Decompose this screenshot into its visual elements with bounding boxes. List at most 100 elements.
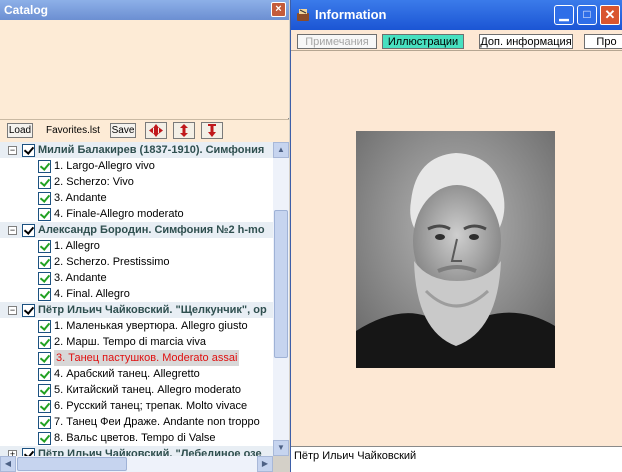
catalog-tree: − Милий Балакирев (1837-1910). Симфония 1.… <box>0 142 273 456</box>
checkbox[interactable] <box>38 160 51 173</box>
tree-item-label: 3. Andante <box>54 192 107 204</box>
tree-item-label: 2. Scherzo: Vivo <box>54 176 134 188</box>
checkbox[interactable] <box>38 416 51 429</box>
info-tabs: Примечания Иллюстрации Доп. информация П… <box>291 30 622 51</box>
horizontal-scroll-thumb[interactable] <box>17 457 127 471</box>
tree-item[interactable]: 3. Танец пастушков. Moderato assai <box>0 350 273 366</box>
tree-item-label: 3. Танец пастушков. Moderato assai <box>54 350 240 366</box>
tree-group-label: Пётр Ильич Чайковский. "Щелкунчик", ор <box>38 304 267 316</box>
scroll-down-icon[interactable]: ▼ <box>273 440 289 456</box>
tree-item[interactable]: 5. Китайский танец. Allegro moderato <box>0 382 273 398</box>
minimize-icon[interactable]: ▁ <box>554 5 574 25</box>
tree-item-label: 6. Русский танец; трепак. Molto vivace <box>54 400 248 412</box>
app-icon <box>297 9 309 21</box>
checkbox[interactable] <box>38 352 51 365</box>
collapse-icon[interactable]: − <box>8 146 17 155</box>
tree-group[interactable]: + Пётр Ильич Чайковский. "Лебединое озе <box>0 446 273 456</box>
collapse-icon[interactable]: − <box>8 306 17 315</box>
tree-group[interactable]: − Пётр Ильич Чайковский. "Щелкунчик", ор <box>0 302 273 318</box>
checkbox[interactable] <box>38 432 51 445</box>
tree-item[interactable]: 3. Andante <box>0 190 273 206</box>
tree-item-label: 1. Largo-Allegro vivo <box>54 160 155 172</box>
checkbox[interactable] <box>22 224 35 237</box>
checkbox[interactable] <box>38 272 51 285</box>
scroll-up-icon[interactable]: ▲ <box>273 142 289 158</box>
move-both-icon <box>149 124 163 137</box>
tree-item[interactable]: 6. Русский танец; трепак. Molto vivace <box>0 398 273 414</box>
tree-item-label: 7. Танец Феи Драже. Andante non troppo <box>54 416 260 428</box>
catalog-empty-area <box>0 20 289 118</box>
move-down-icon <box>208 124 216 137</box>
checkbox[interactable] <box>38 208 51 221</box>
tree-item[interactable]: 4. Final. Allegro <box>0 286 273 302</box>
information-title: Information <box>315 7 387 22</box>
maximize-icon[interactable]: □ <box>577 5 597 25</box>
checkbox[interactable] <box>38 384 51 397</box>
information-window: Information ▁ □ ✕ Примечания Иллюстрации… <box>290 0 622 472</box>
close-icon[interactable]: ✕ <box>600 5 620 25</box>
checkbox[interactable] <box>38 256 51 269</box>
catalog-titlebar[interactable]: Catalog × <box>0 0 289 20</box>
catalog-title: Catalog <box>4 3 49 17</box>
catalog-panel: Catalog × Load Favorites.lst Save − Мили… <box>0 0 289 472</box>
tree-group[interactable]: − Александр Бородин. Симфония №2 h-mo <box>0 222 273 238</box>
scrollbar-corner <box>273 456 289 472</box>
tree-item-label: 2. Марш. Tempo di marcia viva <box>54 336 207 348</box>
tree-group[interactable]: − Милий Балакирев (1837-1910). Симфония <box>0 142 273 158</box>
tree-item[interactable]: 2. Scherzo. Prestissimo <box>0 254 273 270</box>
tree-item-label: 2. Scherzo. Prestissimo <box>54 256 170 268</box>
close-icon[interactable]: × <box>271 2 286 17</box>
tree-item-label: 1. Маленькая увертюра. Allegro giusto <box>54 320 248 332</box>
move-both-button[interactable] <box>145 122 167 139</box>
information-titlebar[interactable]: Information ▁ □ ✕ <box>291 0 622 30</box>
scroll-left-icon[interactable]: ◀ <box>0 456 16 472</box>
tree-item-label: 4. Арабский танец. Allegretto <box>54 368 200 380</box>
tree-item[interactable]: 8. Вальс цветов. Tempo di Valse <box>0 430 273 446</box>
tree-group-label: Милий Балакирев (1837-1910). Симфония <box>38 144 265 156</box>
tree-item-label: 3. Andante <box>54 272 107 284</box>
tree-group-label: Пётр Ильич Чайковский. "Лебединое озе <box>38 448 262 456</box>
tree-item[interactable]: 3. Andante <box>0 270 273 286</box>
checkbox[interactable] <box>38 400 51 413</box>
checkbox[interactable] <box>22 448 35 456</box>
horizontal-scrollbar[interactable]: ◀ ▶ <box>0 456 273 472</box>
tree-item[interactable]: 2. Scherzo: Vivo <box>0 174 273 190</box>
save-button[interactable]: Save <box>110 123 136 138</box>
portrait-caption: Пётр Ильич Чайковский <box>291 446 622 472</box>
load-button[interactable]: Load <box>7 123 33 138</box>
move-down-button[interactable] <box>201 122 223 139</box>
tab-extra-info[interactable]: Доп. информация <box>479 34 573 49</box>
move-vertical-button[interactable] <box>173 122 195 139</box>
checkbox[interactable] <box>38 320 51 333</box>
vertical-scrollbar[interactable]: ▲ ▼ <box>273 142 289 456</box>
tab-illustrations[interactable]: Иллюстрации <box>382 34 464 49</box>
scroll-right-icon[interactable]: ▶ <box>257 456 273 472</box>
tree-item[interactable]: 1. Маленькая увертюра. Allegro giusto <box>0 318 273 334</box>
tree-item-label: 1. Allegro <box>54 240 100 252</box>
tab-notes[interactable]: Примечания <box>297 34 377 49</box>
checkbox[interactable] <box>38 176 51 189</box>
checkbox[interactable] <box>22 144 35 157</box>
checkbox[interactable] <box>38 192 51 205</box>
checkbox[interactable] <box>38 368 51 381</box>
tree-item[interactable]: 4. Finale-Allegro moderato <box>0 206 273 222</box>
tab-about[interactable]: Про <box>584 34 622 49</box>
playlist-file-label: Favorites.lst <box>46 125 100 136</box>
collapse-icon[interactable]: − <box>8 226 17 235</box>
tree-item-label: 5. Китайский танец. Allegro moderato <box>54 384 242 396</box>
vertical-scroll-thumb[interactable] <box>274 210 288 358</box>
tree-item[interactable]: 4. Арабский танец. Allegretto <box>0 366 273 382</box>
tree-item[interactable]: 1. Largo-Allegro vivo <box>0 158 273 174</box>
tree-item[interactable]: 2. Марш. Tempo di marcia viva <box>0 334 273 350</box>
checkbox[interactable] <box>38 288 51 301</box>
tree-item-label: 4. Final. Allegro <box>54 288 130 300</box>
checkbox[interactable] <box>22 304 35 317</box>
tree-item-label: 8. Вальс цветов. Tempo di Valse <box>54 432 216 444</box>
tree-item-label: 4. Finale-Allegro moderato <box>54 208 184 220</box>
tree-item[interactable]: 7. Танец Феи Драже. Andante non troppo <box>0 414 273 430</box>
checkbox[interactable] <box>38 240 51 253</box>
move-vertical-icon <box>180 124 188 137</box>
checkbox[interactable] <box>38 336 51 349</box>
tree-group-label: Александр Бородин. Симфония №2 h-mo <box>38 224 265 236</box>
tree-item[interactable]: 1. Allegro <box>0 238 273 254</box>
